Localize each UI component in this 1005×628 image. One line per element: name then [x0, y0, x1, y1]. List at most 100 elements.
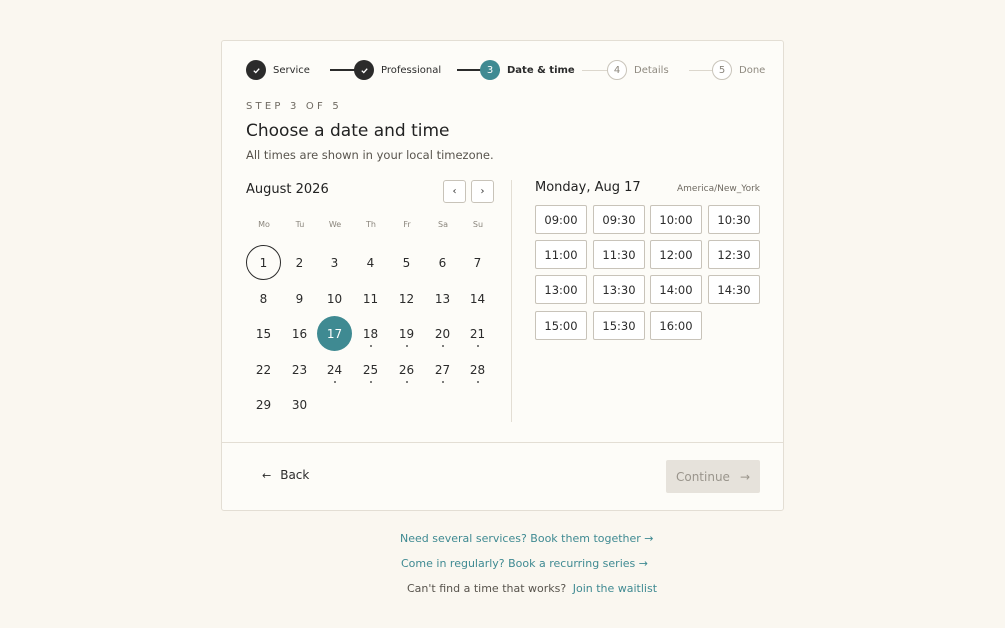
book-multiple-link[interactable]: Need several services? Book them togethe…	[400, 532, 654, 545]
weekday-label: Fr	[403, 220, 411, 229]
calendar-day[interactable]: 11	[353, 281, 388, 316]
calendar-day[interactable]: 23	[282, 352, 317, 387]
day-number: 3	[330, 255, 339, 270]
step-number: 4	[607, 60, 627, 80]
day-number: 29	[255, 397, 272, 412]
calendar-day[interactable]: 24	[317, 352, 352, 387]
back-button[interactable]: ← Back	[262, 468, 309, 482]
calendar-day[interactable]: 17	[317, 316, 352, 351]
calendar-day[interactable]: 14	[460, 281, 495, 316]
calendar-day[interactable]: 16	[282, 316, 317, 351]
page-title: Choose a date and time	[246, 121, 450, 141]
step-date-time: 3 Date & time	[480, 60, 575, 80]
calendar-day[interactable]: 26	[389, 352, 424, 387]
calendar-day[interactable]: 25	[353, 352, 388, 387]
day-number: 19	[398, 326, 415, 341]
step-details: 4 Details	[607, 60, 669, 80]
day-number: 17	[326, 326, 343, 341]
weekday-label: Mo	[258, 220, 270, 229]
calendar-day[interactable]: 3	[317, 245, 352, 280]
time-slot-button[interactable]: 14:30	[708, 275, 760, 304]
check-icon	[354, 60, 374, 80]
calendar-day[interactable]: 10	[317, 281, 352, 316]
time-slot-button[interactable]: 11:30	[593, 240, 645, 269]
day-number: 15	[255, 326, 272, 341]
step-service: Service	[246, 60, 310, 80]
time-slot-button[interactable]: 11:00	[535, 240, 587, 269]
calendar-day[interactable]: 20	[425, 316, 460, 351]
back-label: Back	[280, 468, 310, 482]
calendar-day[interactable]: 7	[460, 245, 495, 280]
availability-dot	[406, 345, 408, 347]
day-number: 25	[362, 362, 379, 377]
calendar-day[interactable]: 5	[389, 245, 424, 280]
stepper: Service Professional 3 Date & time 4 Det…	[246, 60, 765, 80]
continue-button[interactable]: Continue →	[666, 460, 760, 493]
time-slot-button[interactable]: 16:00	[650, 311, 702, 340]
calendar-day[interactable]: 2	[282, 245, 317, 280]
step-label: Service	[273, 64, 310, 76]
day-number: 16	[291, 326, 308, 341]
day-number: 30	[291, 397, 308, 412]
recurring-series-link[interactable]: Come in regularly? Book a recurring seri…	[401, 557, 648, 570]
calendar-day[interactable]: 18	[353, 316, 388, 351]
panel-divider	[511, 180, 512, 422]
time-slot-button[interactable]: 10:00	[650, 205, 702, 234]
day-number: 27	[434, 362, 451, 377]
day-number: 24	[326, 362, 343, 377]
calendar-day[interactable]: 6	[425, 245, 460, 280]
weekday-label: Tu	[295, 220, 305, 229]
arrow-left-icon: ←	[262, 468, 272, 482]
calendar-day[interactable]: 27	[425, 352, 460, 387]
weekday-label: Sa	[438, 220, 448, 229]
check-icon	[246, 60, 266, 80]
time-slot-button[interactable]: 12:30	[708, 240, 760, 269]
calendar-day[interactable]: 9	[282, 281, 317, 316]
time-slot-button[interactable]: 12:00	[650, 240, 702, 269]
day-number: 10	[326, 291, 343, 306]
step-number: 3	[480, 60, 500, 80]
prev-month-button[interactable]: ‹	[443, 180, 466, 203]
join-waitlist-link[interactable]: Join the waitlist	[573, 582, 657, 595]
day-number: 4	[366, 255, 375, 270]
day-number: 21	[469, 326, 486, 341]
day-number: 2	[295, 255, 304, 270]
calendar-day[interactable]: 21	[460, 316, 495, 351]
calendar-day[interactable]: 30	[282, 387, 317, 422]
time-slot-button[interactable]: 14:00	[650, 275, 702, 304]
time-slot-button[interactable]: 15:00	[535, 311, 587, 340]
calendar-month: August 2026	[246, 182, 329, 197]
calendar-day[interactable]: 15	[246, 316, 281, 351]
next-month-button[interactable]: ›	[471, 180, 494, 203]
calendar-day[interactable]: 29	[246, 387, 281, 422]
calendar-day[interactable]: 12	[389, 281, 424, 316]
step-label: Done	[739, 64, 766, 76]
time-slot-button[interactable]: 15:30	[593, 311, 645, 340]
timezone-label: America/New_York	[676, 184, 760, 194]
calendar-day[interactable]: 22	[246, 352, 281, 387]
time-slot-button[interactable]: 09:00	[535, 205, 587, 234]
availability-dot	[370, 381, 372, 383]
weekday-label: Su	[472, 220, 484, 229]
calendar-day[interactable]: 13	[425, 281, 460, 316]
day-number: 11	[362, 291, 379, 306]
calendar-day[interactable]: 28	[460, 352, 495, 387]
calendar-day[interactable]: 8	[246, 281, 281, 316]
time-slot-button[interactable]: 13:00	[535, 275, 587, 304]
step-professional: Professional	[354, 60, 441, 80]
calendar-day[interactable]: 1	[246, 245, 281, 280]
day-number: 14	[469, 291, 486, 306]
time-slot-button[interactable]: 10:30	[708, 205, 760, 234]
waitlist-prefix: Can't find a time that works?	[407, 582, 567, 595]
calendar-day[interactable]: 4	[353, 245, 388, 280]
step-number: 5	[712, 60, 732, 80]
day-number: 13	[434, 291, 451, 306]
day-number: 1	[259, 255, 268, 270]
day-number: 26	[398, 362, 415, 377]
time-slot-button[interactable]: 13:30	[593, 275, 645, 304]
day-number: 9	[295, 291, 304, 306]
calendar-day[interactable]: 19	[389, 316, 424, 351]
time-slot-button[interactable]: 09:30	[593, 205, 645, 234]
arrow-right-icon: →	[739, 469, 751, 484]
day-number: 22	[255, 362, 272, 377]
